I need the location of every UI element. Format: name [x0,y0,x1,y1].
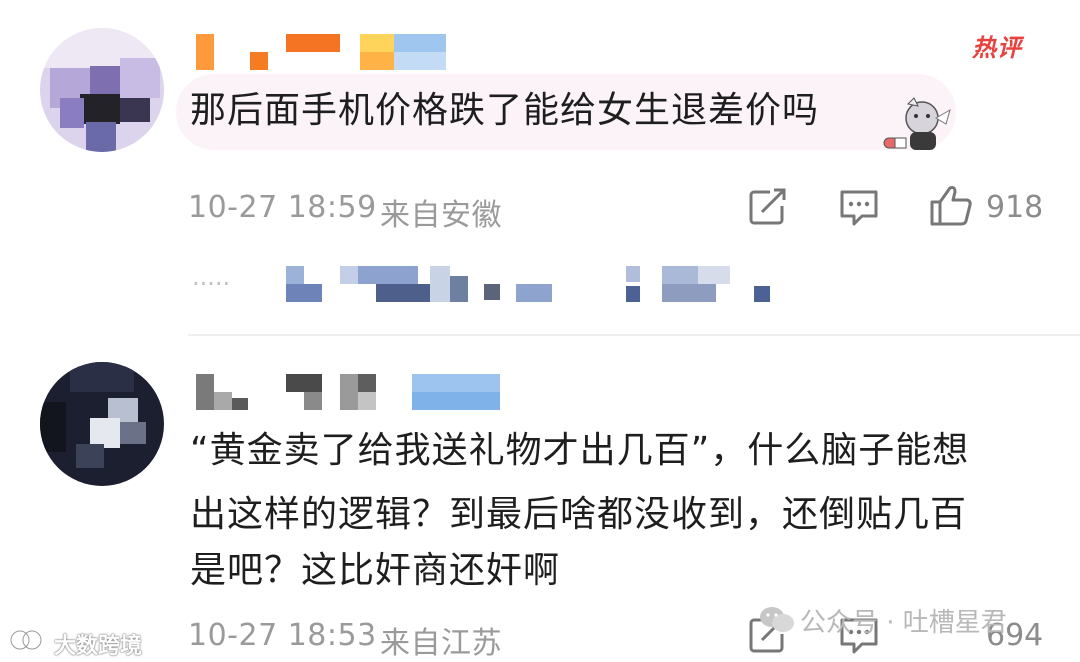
reply-preview-redacted[interactable] [286,266,786,306]
avatar-user-2[interactable] [40,362,164,486]
username-2-redacted[interactable] [196,374,516,414]
comment-1-like-count: 918 [986,190,1044,225]
comment-2-time: 10-27 18:53 [188,618,377,653]
comment-1-time: 10-27 18:59 [188,190,377,225]
comment-2-line-2: 出这样的逻辑？到最后啥都没收到，还倒贴几百 [190,494,968,535]
reply-dots: ····· [192,270,231,298]
username-1-redacted[interactable] [196,34,456,74]
weibo-logo-icon [9,629,43,651]
like-icon[interactable] [928,184,974,228]
hot-comment-badge: 热评 [972,34,1022,62]
comment-1-location: 来自安徽 [380,198,502,233]
comment-icon[interactable] [838,188,880,228]
comment-2-location: 来自江苏 [380,626,502,661]
repost-icon[interactable] [748,188,788,226]
watermark-right: 公众号 · 吐槽星君 [800,608,1007,638]
comment-1-text: 那后面手机价格跌了能给女生退差价吗 [190,90,820,131]
comment-divider [188,334,1080,336]
comment-2-line-1: “黄金卖了给我送礼物才出几百”，什么脑子能想 [190,430,970,471]
watermark-left: 大数跨境 [54,634,143,659]
comment-2-line-3: 是吧？这比奸商还奸啊 [190,550,561,591]
sticker-icon [883,97,951,150]
avatar-user-1[interactable] [40,28,164,152]
wechat-icon [760,607,794,632]
